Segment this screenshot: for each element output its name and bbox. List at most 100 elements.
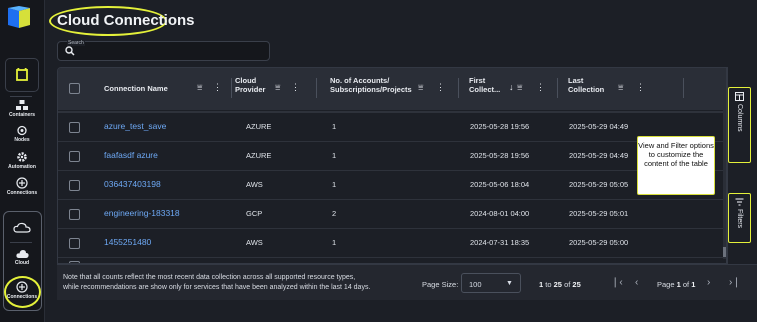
table-scrollbar[interactable] <box>723 109 726 259</box>
app-root: Containers Nodes Automation Connections <box>0 0 757 322</box>
column-menu-icon[interactable]: ⋮ <box>436 82 445 93</box>
app-logo[interactable] <box>6 6 32 32</box>
connections-table: Connection Name ⩸ ⋮ Cloud Provider ⩸ ⋮ No… <box>57 67 727 264</box>
table-row[interactable]: 1455251480 AWS 1 2024-07-31 18:35 2025-0… <box>58 228 726 257</box>
column-separator[interactable] <box>557 78 558 98</box>
filter-icon <box>735 198 744 206</box>
columns-icon <box>735 92 744 101</box>
column-header-line: Subscriptions/Projects <box>330 85 412 94</box>
column-header-last-collection[interactable]: Last Collection <box>568 76 604 94</box>
column-header-line: Last <box>568 76 584 85</box>
column-menu-icon[interactable]: ⋮ <box>536 82 545 93</box>
dropdown-caret-icon: ▼ <box>506 280 513 287</box>
page-size-select[interactable]: 100 ▼ <box>461 273 521 293</box>
table-row[interactable]: azure_test_save AZURE 1 2025-05-28 19:56… <box>58 112 726 141</box>
row-checkbox[interactable] <box>69 180 80 191</box>
next-page-icon[interactable]: › <box>707 277 710 288</box>
column-separator[interactable] <box>683 78 684 98</box>
page-total: 1 <box>691 280 696 289</box>
footer-note: Note that all counts reflect the most re… <box>63 273 413 293</box>
connection-name-link[interactable]: azure_test_save <box>104 121 166 131</box>
accounts-count-cell: 1 <box>332 180 337 189</box>
cloud-provider-cell: AZURE <box>246 151 272 160</box>
connection-name-link[interactable]: 036437403198 <box>104 179 161 189</box>
column-header-accounts[interactable]: No. of Accounts/Subscriptions/Projects <box>330 76 412 94</box>
column-menu-icon[interactable]: ⋮ <box>636 82 645 93</box>
row-checkbox[interactable] <box>69 238 80 249</box>
columns-label: Columns <box>736 104 743 132</box>
column-header-line: Provider <box>235 85 266 94</box>
last-collection-cell: 2025-05-29 05:00 <box>569 238 629 247</box>
sidebar: Containers Nodes Automation Connections <box>0 0 45 322</box>
scrollbar-thumb[interactable] <box>723 247 726 257</box>
footer-note-line: Note that all counts reflect the most re… <box>63 274 356 281</box>
connection-name-link[interactable]: engineering-183318 <box>104 208 180 218</box>
column-header-connection-name[interactable]: Connection Name <box>104 84 168 93</box>
previous-page-icon[interactable]: ‹ <box>635 277 638 288</box>
column-header-cloud-provider[interactable]: Cloud Provider <box>235 76 265 94</box>
last-collection-cell: 2025-05-29 04:49 <box>569 151 629 160</box>
column-menu-icon[interactable]: ⋮ <box>213 82 222 93</box>
sidebar-item-cloud-overview[interactable] <box>0 222 44 234</box>
dashboard-button[interactable] <box>5 58 39 92</box>
columns-panel-button[interactable]: Columns <box>728 87 751 163</box>
search-icon <box>65 46 75 56</box>
sidebar-item-connections[interactable]: Connections <box>0 177 44 196</box>
column-menu-icon[interactable]: ⋮ <box>291 82 300 93</box>
page-size-value: 100 <box>469 280 482 289</box>
sort-descending-icon[interactable]: ↓ <box>509 82 514 92</box>
sidebar-item-cloud[interactable]: Cloud <box>0 249 44 266</box>
column-header-line: First <box>469 76 486 85</box>
column-header-line: Collection <box>568 85 605 94</box>
search-input[interactable]: Search <box>57 40 270 61</box>
columns-filters-tooltip: View and Filter options to customize the… <box>637 136 715 195</box>
filter-icon[interactable]: ⩸ <box>197 82 202 93</box>
sidebar-item-containers[interactable]: Containers <box>0 100 44 118</box>
column-separator[interactable] <box>231 78 232 98</box>
cloud-provider-cell: AWS <box>246 180 263 189</box>
dashboard-icon <box>16 68 28 81</box>
sidebar-divider <box>10 242 32 243</box>
column-separator[interactable] <box>458 78 459 98</box>
range-from: 1 <box>539 280 544 289</box>
cloud-provider-cell: AWS <box>246 238 263 247</box>
range-word: to <box>545 280 552 289</box>
page-indicator: Page 1 of 1 <box>657 280 695 289</box>
column-header-line: Cloud <box>235 76 257 85</box>
page-word: of <box>682 280 690 289</box>
row-range: 1 to 25 of 25 <box>539 280 581 289</box>
select-all-checkbox[interactable] <box>69 83 80 94</box>
table-row[interactable]: faafasdf azure AZURE 1 2025-05-28 19:56 … <box>58 141 726 170</box>
page-word: Page <box>657 280 675 289</box>
first-collection-cell: 2025-05-06 18:04 <box>470 180 530 189</box>
plus-circle-icon <box>16 177 28 189</box>
sidebar-item-label: Cloud <box>14 260 30 266</box>
sidebar-item-automation[interactable]: Automation <box>0 151 44 170</box>
filter-icon[interactable]: ⩸ <box>618 82 623 93</box>
connection-name-link[interactable]: 1455251480 <box>104 237 151 247</box>
filters-panel-button[interactable]: Filters <box>728 193 751 243</box>
last-collection-cell: 2025-05-29 04:49 <box>569 122 629 131</box>
sidebar-item-nodes[interactable]: Nodes <box>0 125 44 143</box>
table-row[interactable]: engineering-183318 GCP 2 2024-08-01 04:0… <box>58 199 726 228</box>
table-row[interactable]: 036437403198 AWS 1 2025-05-06 18:04 2025… <box>58 170 726 199</box>
accounts-count-cell: 1 <box>332 151 337 160</box>
last-collection-cell: 2025-05-29 05:05 <box>569 180 629 189</box>
sidebar-divider <box>10 96 32 97</box>
filter-icon[interactable]: ⩸ <box>517 82 522 93</box>
row-checkbox[interactable] <box>69 209 80 220</box>
filter-icon[interactable]: ⩸ <box>418 82 423 93</box>
filter-icon[interactable]: ⩸ <box>275 82 280 93</box>
row-checkbox[interactable] <box>69 122 80 133</box>
table-side-panel: Columns Filters <box>727 67 757 264</box>
connection-name-link[interactable]: faafasdf azure <box>104 150 158 160</box>
page-title: Cloud Connections <box>57 12 195 29</box>
column-separator[interactable] <box>316 78 317 98</box>
sidebar-item-label: Connections <box>6 190 38 196</box>
column-header-first-collection[interactable]: First Collect... <box>469 76 500 94</box>
first-page-icon[interactable]: ❘‹ <box>611 277 623 288</box>
automation-icon <box>17 152 27 162</box>
last-page-icon[interactable]: ›❘ <box>729 277 741 288</box>
accounts-count-cell: 1 <box>332 122 337 131</box>
row-checkbox[interactable] <box>69 151 80 162</box>
